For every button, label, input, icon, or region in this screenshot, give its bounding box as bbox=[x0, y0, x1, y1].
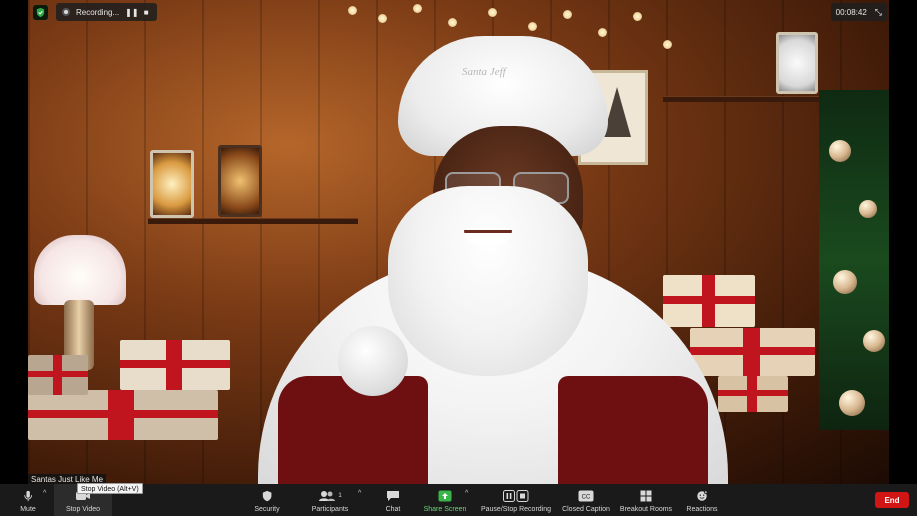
chat-bubble-icon bbox=[386, 489, 400, 503]
participants-options-caret[interactable]: ^ bbox=[358, 490, 361, 497]
stop-video-label: Stop Video bbox=[65, 506, 101, 513]
reactions-label: Reactions bbox=[686, 506, 718, 513]
share-screen-button[interactable]: Share Screen bbox=[422, 484, 468, 516]
pause-icon[interactable]: ❚❚ bbox=[125, 8, 138, 17]
lantern-white bbox=[776, 32, 818, 94]
stop-icon[interactable]: ■ bbox=[141, 8, 151, 17]
mute-options-caret[interactable]: ^ bbox=[43, 490, 46, 497]
pause-stop-recording-button[interactable]: Pause/Stop Recording bbox=[478, 484, 554, 516]
microphone-icon bbox=[23, 489, 33, 503]
gift-box bbox=[718, 376, 788, 412]
end-meeting-button[interactable]: End bbox=[875, 492, 909, 508]
reactions-button[interactable]: Reactions bbox=[684, 484, 720, 516]
gift-box bbox=[28, 390, 218, 440]
closed-caption-button[interactable]: CC Closed Caption bbox=[560, 484, 612, 516]
gift-box bbox=[28, 355, 88, 395]
stop-video-tooltip: Stop Video (Alt+V) bbox=[77, 483, 143, 494]
security-label: Security bbox=[254, 506, 280, 513]
svg-text:CC: CC bbox=[582, 495, 591, 501]
coat-left bbox=[278, 376, 428, 484]
breakout-rooms-label: Breakout Rooms bbox=[619, 506, 673, 513]
breakout-rooms-icon bbox=[640, 489, 652, 503]
smile bbox=[464, 230, 512, 244]
participants-icon: 1 bbox=[318, 489, 342, 503]
right-letterbox bbox=[889, 0, 917, 484]
mute-label: Mute bbox=[20, 506, 36, 513]
video-stage: Santa Jeff bbox=[28, 0, 889, 484]
chat-label: Chat bbox=[385, 506, 401, 513]
participants-count: 1 bbox=[338, 493, 342, 499]
lamp-shade bbox=[34, 235, 126, 305]
santa-figure: Santa Jeff bbox=[258, 36, 728, 484]
meeting-timer: 00:08:42 ⤡ bbox=[830, 3, 887, 21]
gift-box bbox=[120, 340, 230, 390]
mute-button[interactable]: Mute bbox=[14, 484, 42, 516]
share-options-caret[interactable]: ^ bbox=[465, 490, 468, 497]
closed-caption-label: Closed Caption bbox=[562, 506, 610, 513]
share-screen-label: Share Screen bbox=[423, 506, 467, 513]
exit-fullscreen-icon[interactable]: ⤡ bbox=[875, 7, 882, 18]
shield-icon bbox=[262, 489, 272, 503]
participants-label: Participants bbox=[311, 506, 349, 513]
recording-dot-icon bbox=[62, 8, 70, 16]
hat-embroidery: Santa Jeff bbox=[462, 66, 506, 78]
beard bbox=[388, 186, 588, 376]
recording-indicator: Recording... ❚❚ ■ bbox=[56, 3, 158, 21]
lantern-dark bbox=[218, 145, 262, 217]
lantern-left bbox=[150, 150, 194, 218]
smiley-plus-icon bbox=[696, 489, 708, 503]
pause-stop-icon bbox=[503, 489, 529, 503]
chat-button[interactable]: Chat bbox=[378, 484, 408, 516]
recording-control-label: Pause/Stop Recording bbox=[480, 506, 552, 513]
coat-right bbox=[558, 376, 708, 484]
share-screen-icon bbox=[438, 489, 452, 503]
participants-button[interactable]: 1 Participants bbox=[306, 484, 354, 516]
closed-caption-icon: CC bbox=[578, 489, 594, 503]
security-button[interactable]: Security bbox=[248, 484, 286, 516]
shield-check-icon[interactable] bbox=[33, 5, 48, 20]
recording-label: Recording... bbox=[76, 7, 120, 17]
breakout-rooms-button[interactable]: Breakout Rooms bbox=[618, 484, 674, 516]
pompom bbox=[338, 326, 408, 396]
left-letterbox bbox=[0, 0, 28, 484]
christmas-tree bbox=[819, 90, 889, 430]
timer-elapsed: 00:08:42 bbox=[835, 7, 867, 17]
